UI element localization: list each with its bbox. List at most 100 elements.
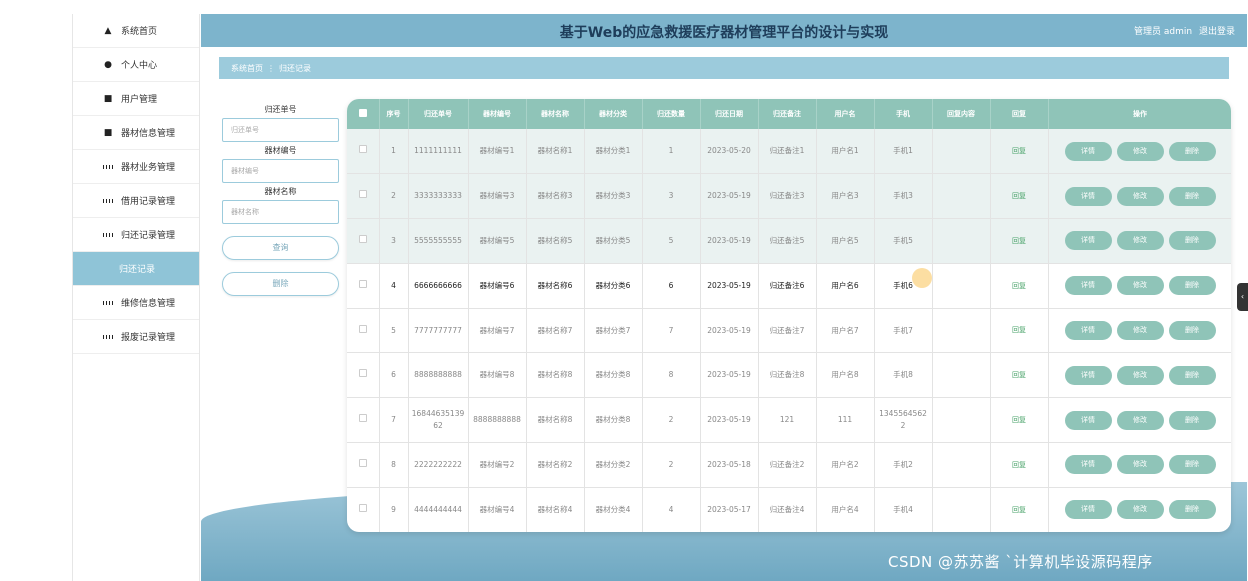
reply-cell[interactable]: 回复	[990, 308, 1049, 354]
sidebar-item-equipment-business[interactable]: 器材业务管理	[73, 150, 199, 184]
delete-button[interactable]: 删除	[1168, 455, 1216, 475]
sidebar-subitem-return-record[interactable]: 归还记录	[73, 252, 199, 286]
row-checkbox[interactable]	[358, 369, 367, 378]
reply-cell[interactable]: 回复	[990, 442, 1049, 488]
edit-button[interactable]: 修改	[1116, 141, 1164, 161]
delete-button[interactable]: 删除	[1168, 410, 1216, 430]
reply-cell[interactable]: 回复	[990, 173, 1049, 220]
row-checkbox[interactable]	[358, 279, 367, 288]
row-checkbox[interactable]	[358, 324, 367, 333]
detail-button[interactable]: 详情	[1064, 276, 1112, 296]
cell-content	[932, 397, 991, 444]
reply-link[interactable]: 回复	[1012, 237, 1026, 245]
sidebar-item-profile[interactable]: ● 个人中心	[73, 48, 199, 82]
row-select-cell[interactable]	[347, 308, 380, 354]
edit-button[interactable]: 修改	[1116, 276, 1164, 296]
cell-content	[932, 487, 991, 532]
detail-button[interactable]: 详情	[1064, 186, 1112, 206]
delete-button[interactable]: 删除	[1168, 500, 1216, 520]
edit-button[interactable]: 修改	[1116, 321, 1164, 341]
reply-cell[interactable]: 回复	[990, 129, 1049, 175]
return-no-input[interactable]: 归还单号	[222, 118, 339, 142]
edit-button[interactable]: 修改	[1116, 365, 1164, 385]
cell-name: 器材名称1	[526, 129, 585, 175]
select-all-checkbox[interactable]	[358, 109, 367, 117]
equipment-code-input[interactable]: 器材编号	[222, 159, 339, 183]
detail-button[interactable]: 详情	[1064, 365, 1112, 385]
reply-cell[interactable]: 回复	[990, 352, 1049, 399]
delete-button[interactable]: 删除	[1168, 141, 1216, 161]
cell-seq: 1	[379, 129, 409, 175]
side-collapse-tab[interactable]: ‹	[1237, 283, 1248, 311]
delete-button[interactable]: 删除	[1168, 276, 1216, 296]
equipment-name-input[interactable]: 器材名称	[222, 200, 339, 224]
reply-link[interactable]: 回复	[1012, 147, 1026, 155]
reply-link[interactable]: 回复	[1012, 326, 1026, 334]
row-checkbox[interactable]	[358, 145, 367, 154]
logout-link[interactable]: 退出登录	[1199, 27, 1235, 37]
reply-cell[interactable]: 回复	[990, 263, 1049, 309]
sidebar-item-users[interactable]: ■ 用户管理	[73, 82, 199, 116]
row-select-cell[interactable]	[347, 442, 380, 488]
operations-cell: 详情 修改 删除	[1048, 487, 1231, 532]
row-checkbox[interactable]	[358, 414, 367, 423]
reply-link[interactable]: 回复	[1012, 192, 1026, 200]
delete-button[interactable]: 删除	[1168, 186, 1216, 206]
reply-cell[interactable]: 回复	[990, 487, 1049, 532]
column-header: 回复内容	[932, 99, 991, 129]
row-select-cell[interactable]	[347, 173, 380, 220]
sidebar-item-repair-info[interactable]: 维修信息管理	[73, 286, 199, 320]
row-select-cell[interactable]	[347, 129, 380, 175]
reply-link[interactable]: 回复	[1012, 506, 1026, 514]
row-select-cell[interactable]	[347, 263, 380, 309]
cell-qty: 1	[642, 129, 701, 175]
column-header: 序号	[379, 99, 409, 129]
detail-button[interactable]: 详情	[1064, 455, 1112, 475]
detail-button[interactable]: 详情	[1064, 410, 1112, 430]
row-select-cell[interactable]	[347, 397, 380, 444]
detail-button[interactable]: 详情	[1064, 141, 1112, 161]
breadcrumb-home[interactable]: 系统首页	[231, 64, 263, 73]
select-all-cell[interactable]	[347, 99, 380, 129]
cell-note: 归还备注8	[758, 352, 817, 399]
cell-qty: 2	[642, 397, 701, 444]
edit-button[interactable]: 修改	[1116, 500, 1164, 520]
reply-link[interactable]: 回复	[1012, 371, 1026, 379]
sidebar-item-home[interactable]: ▲ 系统首页	[73, 14, 199, 48]
detail-button[interactable]: 详情	[1064, 321, 1112, 341]
cell-qty: 3	[642, 173, 701, 220]
cell-phone: 手机4	[874, 487, 933, 532]
edit-button[interactable]: 修改	[1116, 186, 1164, 206]
detail-button[interactable]: 详情	[1064, 231, 1112, 251]
query-button[interactable]: 查询	[222, 236, 339, 260]
edit-button[interactable]: 修改	[1116, 410, 1164, 430]
detail-button[interactable]: 详情	[1064, 500, 1112, 520]
reply-cell[interactable]: 回复	[990, 397, 1049, 444]
row-checkbox[interactable]	[358, 458, 367, 467]
cell-content	[932, 129, 991, 175]
row-select-cell[interactable]	[347, 487, 380, 532]
edit-button[interactable]: 修改	[1116, 455, 1164, 475]
sidebar-item-equipment-info[interactable]: ■ 器材信息管理	[73, 116, 199, 150]
breadcrumb: 系统首页 ⋮ 归还记录	[219, 57, 1229, 79]
delete-button[interactable]: 删除	[1168, 231, 1216, 251]
row-select-cell[interactable]	[347, 218, 380, 264]
reply-link[interactable]: 回复	[1012, 461, 1026, 469]
reply-link[interactable]: 回复	[1012, 282, 1026, 290]
sidebar-item-return-records[interactable]: 归还记录管理	[73, 218, 199, 252]
sidebar-item-borrow-records[interactable]: 借用记录管理	[73, 184, 199, 218]
row-checkbox[interactable]	[358, 503, 367, 512]
row-select-cell[interactable]	[347, 352, 380, 399]
batch-delete-button[interactable]: 删除	[222, 272, 339, 296]
sidebar-item-scrap-records[interactable]: 报废记录管理	[73, 320, 199, 354]
row-checkbox[interactable]	[358, 190, 367, 199]
edit-button[interactable]: 修改	[1116, 231, 1164, 251]
reply-cell[interactable]: 回复	[990, 218, 1049, 264]
cell-code: 8888888888	[468, 397, 527, 444]
delete-button[interactable]: 删除	[1168, 321, 1216, 341]
operations-cell: 详情 修改 删除	[1048, 173, 1231, 220]
cell-phone: 手机7	[874, 308, 933, 354]
delete-button[interactable]: 删除	[1168, 365, 1216, 385]
reply-link[interactable]: 回复	[1012, 416, 1026, 424]
row-checkbox[interactable]	[358, 234, 367, 243]
